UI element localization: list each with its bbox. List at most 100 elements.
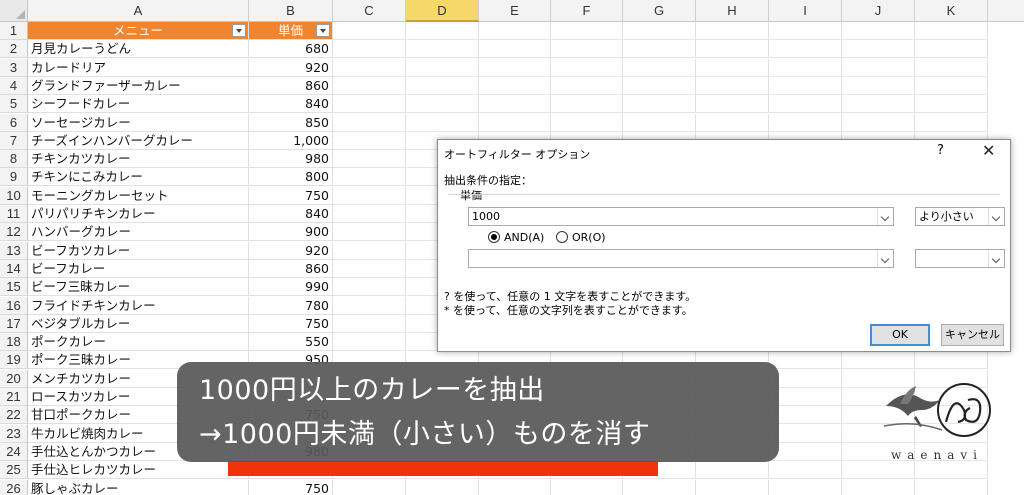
empty-cell[interactable] [696,76,769,95]
row-number[interactable]: 16 [0,296,28,315]
price-cell[interactable]: 850 [249,113,333,132]
operator2-select[interactable] [915,249,1005,268]
menu-cell[interactable]: モーニングカレーセット [28,186,249,205]
cancel-button[interactable]: キャンセル [941,324,1004,346]
empty-cell[interactable] [842,479,915,495]
filter-dropdown-icon[interactable] [232,24,246,37]
empty-cell[interactable] [479,22,551,40]
row-number[interactable]: 7 [0,131,28,150]
empty-cell[interactable] [769,58,842,77]
menu-cell[interactable]: 手仕込ヒレカツカレー [28,461,249,480]
menu-cell[interactable]: 豚しゃぶカレー [28,479,249,495]
empty-cell[interactable] [623,76,696,95]
price-cell[interactable]: 780 [249,296,333,315]
price-cell[interactable]: 990 [249,278,333,297]
empty-cell[interactable] [696,40,769,59]
menu-cell[interactable]: カレードリア [28,58,249,77]
row-number[interactable]: 15 [0,278,28,297]
row-number[interactable]: 2 [0,40,28,59]
empty-cell[interactable] [696,58,769,77]
menu-cell[interactable]: グランドファーザーカレー [28,76,249,95]
empty-cell[interactable] [333,40,406,59]
column-header-f[interactable]: F [551,0,623,22]
menu-cell[interactable]: シーフードカレー [28,95,249,114]
empty-cell[interactable] [842,58,915,77]
chevron-down-icon[interactable] [988,250,1004,267]
empty-cell[interactable] [842,76,915,95]
menu-cell[interactable]: ビーフカツカレー [28,241,249,260]
row-number[interactable]: 5 [0,95,28,114]
empty-cell[interactable] [333,22,406,40]
empty-cell[interactable] [333,259,406,278]
empty-cell[interactable] [333,76,406,95]
empty-cell[interactable] [333,186,406,205]
empty-cell[interactable] [479,113,551,132]
price-cell[interactable]: 680 [249,40,333,59]
column-header-k[interactable]: K [915,0,988,22]
empty-cell[interactable] [623,95,696,114]
empty-cell[interactable] [333,223,406,242]
empty-cell[interactable] [769,40,842,59]
row-number[interactable]: 3 [0,58,28,77]
price-cell[interactable]: 840 [249,95,333,114]
empty-cell[interactable] [551,40,623,59]
empty-cell[interactable] [333,150,406,169]
empty-cell[interactable] [623,113,696,132]
empty-cell[interactable] [915,479,988,495]
column-header-g[interactable]: G [623,0,696,22]
row-number[interactable]: 9 [0,168,28,187]
empty-cell[interactable] [551,76,623,95]
empty-cell[interactable] [551,479,623,495]
menu-cell[interactable]: チーズインハンバーグカレー [28,131,249,150]
empty-cell[interactable] [696,95,769,114]
empty-cell[interactable] [333,241,406,260]
empty-cell[interactable] [915,113,988,132]
empty-cell[interactable] [769,406,842,425]
empty-cell[interactable] [842,95,915,114]
row-number[interactable]: 1 [0,22,28,40]
row-number[interactable]: 19 [0,351,28,370]
menu-column-header[interactable]: メニュー [28,22,249,40]
empty-cell[interactable] [915,22,988,40]
empty-cell[interactable] [769,461,842,480]
price-cell[interactable]: 920 [249,241,333,260]
empty-cell[interactable] [915,95,988,114]
row-number[interactable]: 10 [0,186,28,205]
price-cell[interactable]: 750 [249,479,333,495]
empty-cell[interactable] [333,278,406,297]
price-cell[interactable]: 860 [249,259,333,278]
row-number[interactable]: 24 [0,442,28,461]
empty-cell[interactable] [769,388,842,406]
row-number[interactable]: 12 [0,223,28,242]
menu-cell[interactable]: ベジタブルカレー [28,314,249,333]
empty-cell[interactable] [769,113,842,132]
price-cell[interactable]: 750 [249,186,333,205]
column-header-j[interactable]: J [842,0,915,22]
empty-cell[interactable] [551,22,623,40]
empty-cell[interactable] [769,95,842,114]
empty-cell[interactable] [406,76,479,95]
empty-cell[interactable] [333,314,406,333]
row-number[interactable]: 13 [0,241,28,260]
empty-cell[interactable] [915,76,988,95]
row-number[interactable]: 25 [0,461,28,480]
price-cell[interactable]: 840 [249,205,333,223]
chevron-down-icon[interactable] [877,250,893,267]
column-header-more[interactable] [988,0,1024,22]
column-header-h[interactable]: H [696,0,769,22]
row-number[interactable]: 22 [0,406,28,425]
row-number[interactable]: 14 [0,259,28,278]
or-radio[interactable] [556,231,568,243]
chevron-down-icon[interactable] [988,208,1004,225]
empty-cell[interactable] [406,22,479,40]
row-number[interactable]: 18 [0,333,28,352]
empty-cell[interactable] [406,113,479,132]
row-number[interactable]: 4 [0,76,28,95]
menu-cell[interactable]: パリパリチキンカレー [28,205,249,223]
close-icon[interactable]: ✕ [982,141,995,160]
column-header-d[interactable]: D [406,0,479,22]
empty-cell[interactable] [479,479,551,495]
select-all-corner[interactable] [0,0,28,22]
menu-cell[interactable]: フライドチキンカレー [28,296,249,315]
row-number[interactable]: 23 [0,424,28,443]
